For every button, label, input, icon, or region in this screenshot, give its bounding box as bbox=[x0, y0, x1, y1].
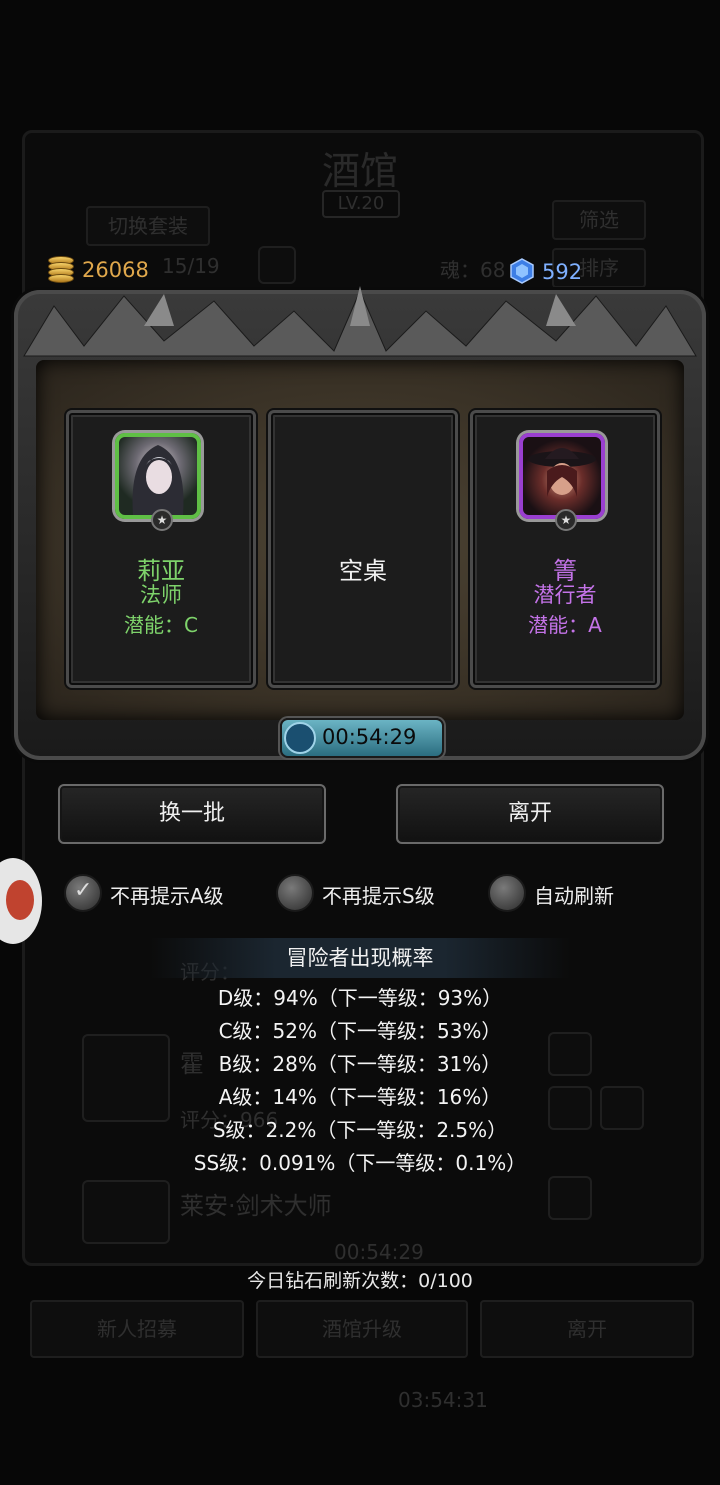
timer-value: 00:54:29 bbox=[322, 725, 417, 749]
tavern-level: LV.20 bbox=[322, 190, 400, 218]
gold-coin-icon bbox=[46, 256, 74, 284]
probability-row: A级：14%（下一等级：16%） bbox=[218, 1085, 502, 1109]
hero-portrait-rogue bbox=[519, 433, 605, 519]
leave-button[interactable]: 离开 bbox=[396, 784, 664, 844]
soul-text: 魂：68 bbox=[440, 258, 506, 282]
equip-slot-icon bbox=[548, 1176, 592, 1220]
checkbox-unchecked[interactable] bbox=[276, 874, 314, 912]
hero-portrait-mage bbox=[115, 433, 201, 519]
probability-row: S级：2.2%（下一等级：2.5%） bbox=[212, 1118, 508, 1142]
probability-row: B级：28%（下一等级：31%） bbox=[218, 1052, 502, 1076]
probability-title: 冒险者出现概率 bbox=[150, 938, 570, 978]
switch-outfit-button: 切换套装 bbox=[86, 206, 210, 246]
option-label: 不再提示A级 bbox=[110, 884, 224, 908]
assistant-icon bbox=[6, 880, 34, 920]
bottom-timer: 03:54:31 bbox=[398, 1388, 488, 1412]
bg-timer: 00:54:29 bbox=[334, 1240, 424, 1264]
probability-row: SS级：0.091%（下一等级：0.1%） bbox=[193, 1151, 527, 1175]
daily-diamond-refresh-count: 今日钻石刷新次数：0/100 bbox=[247, 1270, 473, 1292]
hero-name-lian: 莱安·剑术大师 bbox=[180, 1192, 332, 1220]
tavern-title: 酒馆 bbox=[321, 149, 398, 193]
hero-class: 潜行者 bbox=[533, 583, 597, 607]
checkbox-checked[interactable] bbox=[64, 874, 102, 912]
hero-card-3[interactable]: ★ 箐 潜行者 潜能：A bbox=[470, 410, 660, 688]
gem-amount: 592 bbox=[542, 260, 583, 284]
ornate-frame-decoration bbox=[23, 286, 697, 357]
add-icon bbox=[258, 246, 296, 284]
filter-button: 筛选 bbox=[552, 200, 646, 240]
bg-leave-button: 离开 bbox=[480, 1300, 694, 1358]
empty-table-card: 空桌 bbox=[268, 410, 458, 688]
probability-list: D级：94%（下一等级：93%） C级：52%（下一等级：53%） B级：28%… bbox=[0, 982, 720, 1180]
star-icon: ★ bbox=[555, 509, 577, 531]
recruit-button: 新人招募 bbox=[30, 1300, 244, 1358]
hero-potential: 潜能：C bbox=[124, 613, 198, 637]
option-label: 不再提示S级 bbox=[322, 884, 435, 908]
gold-amount: 26068 bbox=[82, 258, 149, 282]
upgrade-tavern-button: 酒馆升级 bbox=[256, 1300, 468, 1358]
option-label: 自动刷新 bbox=[534, 884, 614, 908]
hero-class: 法师 bbox=[140, 583, 182, 607]
empty-table-label: 空桌 bbox=[339, 557, 387, 585]
clock-icon bbox=[284, 722, 316, 754]
checkbox-unchecked[interactable] bbox=[488, 874, 526, 912]
probability-row: C级：52%（下一等级：53%） bbox=[218, 1019, 502, 1043]
diamond-icon bbox=[510, 258, 534, 284]
hero-portrait-placeholder bbox=[82, 1180, 170, 1244]
refresh-timer: 00:54:29 bbox=[280, 718, 444, 758]
refresh-batch-button[interactable]: 换一批 bbox=[58, 784, 326, 844]
probability-row: D级：94%（下一等级：93%） bbox=[217, 986, 503, 1010]
hero-card-1[interactable]: ★ 莉亚 法师 潜能：C bbox=[66, 410, 256, 688]
capacity-text: 15/19 bbox=[162, 254, 220, 278]
star-icon: ★ bbox=[151, 509, 173, 531]
hero-potential: 潜能：A bbox=[528, 613, 602, 637]
